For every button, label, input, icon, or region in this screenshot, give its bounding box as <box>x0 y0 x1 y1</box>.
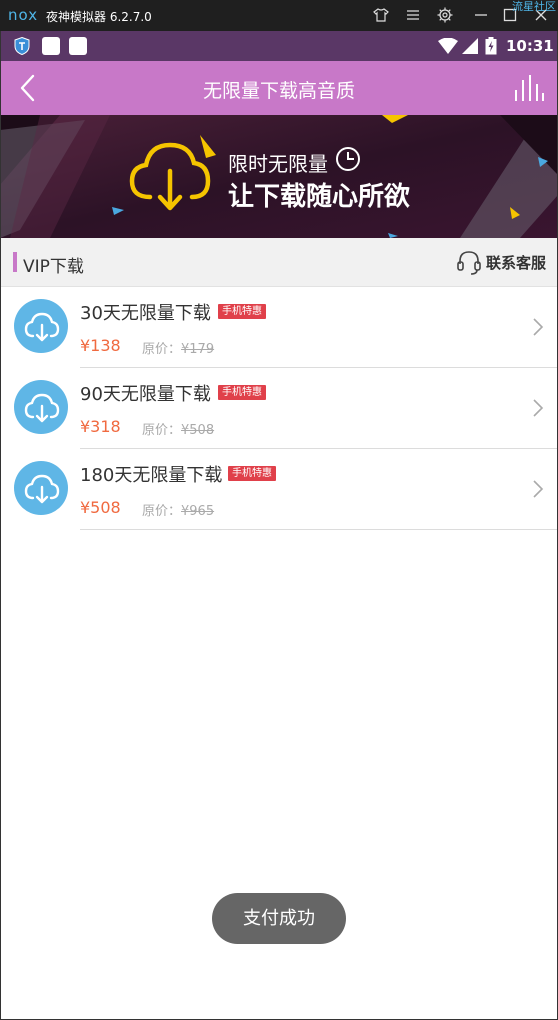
original-price-label: 原价： <box>142 504 182 519</box>
original-price-value: ¥179 <box>181 342 215 357</box>
section-accent-bar <box>13 252 17 272</box>
battery-icon <box>485 37 497 55</box>
original-price-value: ¥508 <box>181 423 215 438</box>
gear-icon[interactable] <box>436 6 454 24</box>
status-bar: 10:31 <box>0 31 558 61</box>
status-time: 10:31 <box>506 37 554 55</box>
notification-icon <box>69 37 87 55</box>
toast-message: 支付成功 <box>212 893 346 944</box>
section-header: VIP下载 联系客服 <box>0 238 558 287</box>
original-price: 原价：¥508 <box>142 419 214 438</box>
original-price: 原价：¥965 <box>142 500 214 519</box>
product-name: 30天无限量下载 <box>80 303 211 324</box>
banner-subheadline: 让下载随心所欲 <box>228 182 411 212</box>
corner-watermark: 流星社区 <box>512 0 556 13</box>
equalizer-icon[interactable] <box>514 74 544 102</box>
section-title: VIP下载 <box>23 257 84 277</box>
cloud-download-icon <box>14 299 68 353</box>
original-price-value: ¥965 <box>181 504 215 519</box>
banner-headline: 限时无限量 <box>228 152 328 176</box>
product-row[interactable]: 90天无限量下载 手机特惠 ¥318 原价：¥508 <box>0 368 558 449</box>
promo-badge: 手机特惠 <box>218 304 266 319</box>
wifi-icon <box>438 38 458 54</box>
product-row[interactable]: 30天无限量下载 手机特惠 ¥138 原价：¥179 <box>0 287 558 368</box>
product-name: 90天无限量下载 <box>80 384 211 405</box>
emulator-title: 夜神模拟器 6.2.7.0 <box>46 10 152 24</box>
emulator-title-bar: nox 夜神模拟器 6.2.7.0 流星社区 <box>0 0 558 31</box>
emulator-logo: nox <box>8 6 39 24</box>
product-price: ¥508 <box>80 498 121 517</box>
app-header: 无限量下载高音质 <box>0 61 558 115</box>
chevron-right-icon <box>533 399 544 417</box>
cloud-download-icon <box>14 380 68 434</box>
shield-icon <box>14 37 30 55</box>
customer-service-label: 联系客服 <box>485 253 546 272</box>
row-divider <box>80 529 558 530</box>
original-price-label: 原价： <box>142 342 182 357</box>
notification-icon <box>42 37 60 55</box>
promo-badge: 手机特惠 <box>228 466 276 481</box>
product-name: 180天无限量下载 <box>80 465 223 486</box>
original-price: 原价：¥179 <box>142 338 214 357</box>
page-title: 无限量下载高音质 <box>202 80 355 102</box>
cloud-download-icon <box>14 461 68 515</box>
shirt-icon[interactable] <box>372 6 390 24</box>
chevron-right-icon <box>533 318 544 336</box>
signal-icon <box>462 38 478 54</box>
minimize-icon[interactable] <box>472 6 490 24</box>
customer-service-button[interactable]: 联系客服 <box>456 248 546 276</box>
promo-badge: 手机特惠 <box>218 385 266 400</box>
chevron-right-icon <box>533 480 544 498</box>
product-price: ¥138 <box>80 336 121 355</box>
menu-icon[interactable] <box>404 6 422 24</box>
product-row[interactable]: 180天无限量下载 手机特惠 ¥508 原价：¥965 <box>0 449 558 530</box>
product-price: ¥318 <box>80 417 121 436</box>
original-price-label: 原价： <box>142 423 182 438</box>
headset-icon <box>457 251 481 275</box>
